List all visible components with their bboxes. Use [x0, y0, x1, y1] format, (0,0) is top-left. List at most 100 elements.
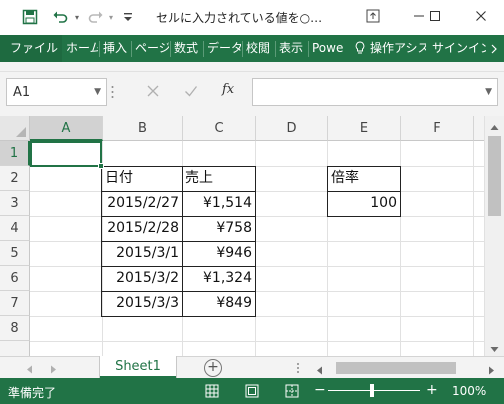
tab-page-layout[interactable]: ページ: [135, 35, 169, 62]
split-handle-icon[interactable]: [296, 361, 300, 378]
horizontal-scrollbar[interactable]: [312, 360, 502, 376]
fill-handle[interactable]: [98, 163, 104, 169]
scroll-right-icon[interactable]: [488, 364, 495, 378]
tab-file[interactable]: ファイル: [0, 35, 62, 62]
status-text: 準備完了: [8, 386, 57, 400]
enter-icon[interactable]: [184, 84, 198, 101]
chevron-down-icon[interactable]: ▼: [94, 87, 101, 97]
sign-in-link[interactable]: サインイン: [432, 35, 486, 62]
gridline: [30, 291, 490, 292]
customize-quick-access-icon[interactable]: [122, 6, 134, 28]
gridline: [30, 241, 490, 242]
cell-c2[interactable]: 売上: [182, 166, 255, 191]
worksheet-grid[interactable]: A B C D E F 1 2 3 4 5 6 7 8 日付 売上 2015/2…: [0, 116, 504, 356]
row-header-4[interactable]: 4: [0, 216, 30, 241]
cell-b2[interactable]: 日付: [102, 166, 182, 191]
sheet-next-icon[interactable]: [50, 363, 57, 377]
column-header-f[interactable]: F: [401, 116, 474, 141]
tell-me-search[interactable]: 操作アシス: [370, 35, 426, 62]
formula-input[interactable]: ▼: [252, 78, 498, 106]
cell-b7[interactable]: 2015/3/3: [102, 291, 182, 316]
tab-formulas[interactable]: 数式: [174, 35, 200, 62]
column-header-d[interactable]: D: [256, 116, 328, 141]
column-header-c[interactable]: C: [183, 116, 256, 141]
formula-bar: A1 ▼ fx ▼: [0, 72, 504, 116]
cell-c3[interactable]: ¥1,514: [182, 191, 255, 216]
tab-separator: [275, 41, 276, 57]
name-box-value: A1: [13, 85, 31, 100]
lightbulb-icon[interactable]: [354, 35, 368, 62]
tab-home[interactable]: ホーム: [66, 35, 98, 62]
vertical-scrollbar[interactable]: [484, 116, 504, 356]
row-header-1[interactable]: 1: [0, 141, 30, 166]
horizontal-scroll-thumb[interactable]: [336, 362, 456, 374]
tab-insert[interactable]: 挿入: [103, 35, 129, 62]
name-box[interactable]: A1 ▼: [6, 78, 107, 106]
cell-b5[interactable]: 2015/3/1: [102, 241, 182, 266]
cell-b3[interactable]: 2015/2/27: [102, 191, 182, 216]
column-header-b[interactable]: B: [103, 116, 183, 141]
select-all-corner[interactable]: [0, 116, 30, 141]
scroll-up-icon[interactable]: [490, 120, 499, 134]
new-sheet-button[interactable]: +: [204, 359, 222, 377]
row-header-7[interactable]: 7: [0, 291, 30, 316]
cell-e2[interactable]: 倍率: [328, 166, 400, 191]
zoom-slider[interactable]: [328, 390, 420, 391]
normal-view-icon[interactable]: [204, 383, 220, 399]
zoom-in-button[interactable]: +: [426, 382, 438, 398]
scroll-left-icon[interactable]: [316, 364, 323, 378]
tab-separator: [203, 41, 204, 57]
chevron-down-icon[interactable]: ▼: [485, 87, 492, 97]
gridline: [30, 216, 490, 217]
scroll-down-icon[interactable]: [490, 342, 499, 356]
vertical-scroll-thumb[interactable]: [488, 136, 501, 216]
cell-c7[interactable]: ¥849: [182, 291, 255, 316]
row-header-8[interactable]: 8: [0, 316, 30, 341]
insert-function-icon[interactable]: fx: [222, 82, 234, 97]
cell-b4[interactable]: 2015/2/28: [102, 216, 182, 241]
maximize-icon[interactable]: [420, 4, 450, 28]
cell-c5[interactable]: ¥946: [182, 241, 255, 266]
cell-c4[interactable]: ¥758: [182, 216, 255, 241]
row-header-6[interactable]: 6: [0, 266, 30, 291]
row-header-2[interactable]: 2: [0, 166, 30, 191]
row-header-5[interactable]: 5: [0, 241, 30, 266]
page-break-view-icon[interactable]: [284, 383, 300, 399]
column-header-e[interactable]: E: [328, 116, 401, 141]
zoom-slider-knob[interactable]: [370, 384, 374, 397]
gridline: [30, 341, 490, 342]
tab-view[interactable]: 表示: [279, 35, 305, 62]
cancel-icon[interactable]: [146, 84, 160, 101]
ribbon-display-options-icon[interactable]: [358, 4, 388, 28]
row-header-9[interactable]: [0, 341, 30, 356]
tab-data[interactable]: データ: [207, 35, 241, 62]
row-header-3[interactable]: 3: [0, 191, 30, 216]
resize-handle-icon[interactable]: [111, 84, 114, 100]
redo-icon[interactable]: [86, 6, 106, 28]
close-icon[interactable]: [466, 4, 496, 28]
column-header-a[interactable]: A: [30, 116, 103, 141]
sheet-prev-icon[interactable]: [26, 363, 33, 377]
ribbon-collapsed-band: [0, 62, 504, 72]
cell-c6[interactable]: ¥1,324: [182, 266, 255, 291]
gridline: [30, 191, 490, 192]
formula-buttons: fx: [118, 78, 246, 106]
tab-power[interactable]: Powe: [312, 35, 346, 62]
tab-separator: [131, 41, 132, 57]
cell-e3[interactable]: 100: [328, 191, 400, 216]
window-title: セルに入力されている値を○…: [156, 11, 323, 25]
redo-dropdown-icon[interactable]: ▾: [106, 6, 116, 28]
undo-dropdown-icon[interactable]: ▾: [72, 6, 82, 28]
tab-separator: [170, 41, 171, 57]
tab-review[interactable]: 校閲: [246, 35, 272, 62]
save-icon[interactable]: [20, 6, 40, 28]
cell-b6[interactable]: 2015/3/2: [102, 266, 182, 291]
undo-icon[interactable]: [50, 6, 70, 28]
sheet-tab-sheet1[interactable]: Sheet1: [100, 356, 176, 379]
zoom-out-button[interactable]: −: [314, 382, 326, 398]
active-cell-a1[interactable]: [30, 141, 102, 167]
tab-separator: [242, 41, 243, 57]
zoom-level[interactable]: 100%: [452, 384, 486, 398]
page-layout-view-icon[interactable]: [244, 383, 260, 399]
chevron-right-icon[interactable]: [490, 35, 502, 62]
